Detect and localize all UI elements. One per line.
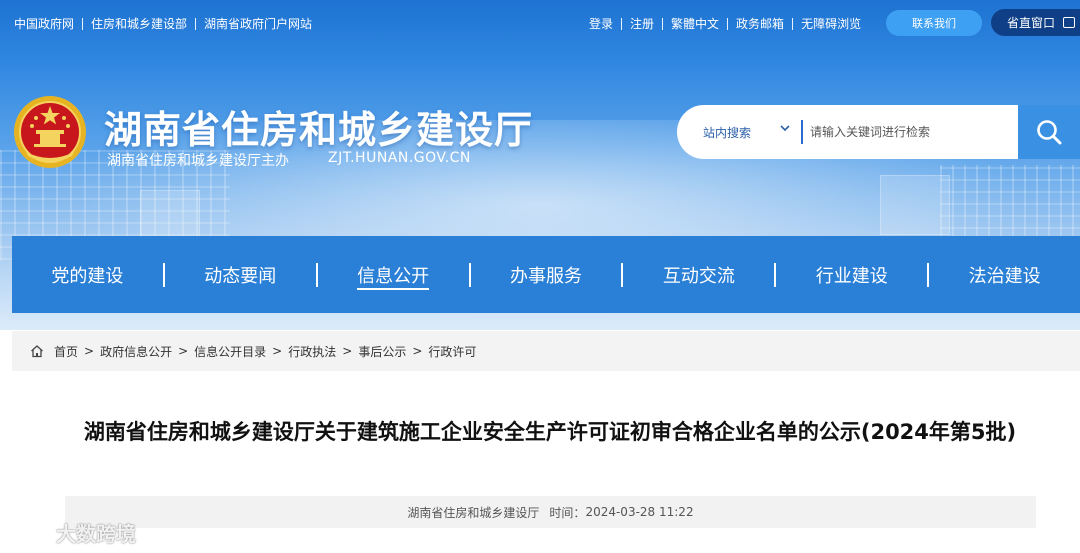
watermark-logo-icon (10, 524, 50, 542)
article-source: 湖南省住房和城乡建设厅 (407, 505, 540, 520)
nav-rule-of-law[interactable]: 法治建设 (929, 236, 1080, 313)
breadcrumb-home[interactable]: 首页 (54, 343, 78, 360)
search-input[interactable] (810, 119, 1010, 145)
top-links-right: 登录 注册 繁體中文 政务邮箱 无障碍浏览 (589, 15, 861, 32)
watermark-text: 大数跨境 (56, 522, 136, 546)
breadcrumb-permit[interactable]: 行政许可 (428, 343, 476, 360)
top-links-left: 中国政府网 住房和城乡建设部 湖南省政府门户网站 (14, 15, 312, 32)
provincial-window-button[interactable]: 省直窗口 (991, 9, 1080, 36)
breadcrumb-gov-info[interactable]: 政府信息公开 (100, 343, 172, 360)
link-hunan-portal[interactable]: 湖南省政府门户网站 (204, 15, 312, 32)
nav-party-building[interactable]: 党的建设 (12, 236, 163, 313)
provincial-window-label: 省直窗口 (1007, 16, 1056, 30)
main-nav: 党的建设 动态要闻 信息公开 办事服务 互动交流 行业建设 法治建设 (12, 236, 1080, 313)
search-icon (1037, 120, 1062, 145)
national-emblem-icon (12, 94, 88, 170)
breadcrumb-enforcement[interactable]: 行政执法 (288, 343, 336, 360)
login-link[interactable]: 登录 (589, 15, 613, 32)
home-icon[interactable] (30, 344, 44, 358)
nav-news[interactable]: 动态要闻 (165, 236, 316, 313)
search-scope-select[interactable]: 站内搜索 (703, 124, 751, 141)
nav-industry[interactable]: 行业建设 (776, 236, 927, 313)
breadcrumb: 首页 > 政府信息公开 > 信息公开目录 > 行政执法 > 事后公示 > 行政许… (12, 331, 1080, 371)
site-url: ZJT.HUNAN.GOV.CN (328, 150, 471, 166)
gov-mail-link[interactable]: 政务邮箱 (736, 15, 784, 32)
watermark: 大数跨境 (8, 518, 136, 547)
accessibility-link[interactable]: 无障碍浏览 (801, 15, 861, 32)
nav-interaction[interactable]: 互动交流 (623, 236, 774, 313)
article-time: 2024-03-28 11:22 (585, 505, 694, 519)
search-button[interactable] (1018, 105, 1080, 159)
window-icon (1063, 17, 1076, 28)
nav-services[interactable]: 办事服务 (471, 236, 622, 313)
breadcrumb-catalog[interactable]: 信息公开目录 (194, 343, 266, 360)
search-box: 站内搜索 (677, 105, 1018, 159)
link-gov-portal[interactable]: 中国政府网 (14, 15, 74, 32)
top-bar: 中国政府网 住房和城乡建设部 湖南省政府门户网站 登录 注册 繁體中文 政务邮箱… (0, 0, 1080, 44)
article-time-label: 时间： (549, 505, 586, 520)
register-link[interactable]: 注册 (630, 15, 654, 32)
chevron-down-icon[interactable] (779, 122, 791, 134)
nav-info-disclosure[interactable]: 信息公开 (318, 236, 469, 313)
article-title: 湖南省住房和城乡建设厅关于建筑施工企业安全生产许可证初审合格企业名单的公示(20… (83, 420, 1017, 444)
link-mohurd[interactable]: 住房和城乡建设部 (91, 15, 187, 32)
breadcrumb-post-notice[interactable]: 事后公示 (358, 343, 406, 360)
contact-us-button[interactable]: 联系我们 (886, 10, 982, 36)
site-title: 湖南省住房和城乡建设厅 (104, 108, 534, 152)
traditional-chinese-link[interactable]: 繁體中文 (671, 15, 719, 32)
site-subtitle: 湖南省住房和城乡建设厅主办 (107, 153, 289, 169)
article-meta: 湖南省住房和城乡建设厅 时间： 2024-03-28 11:22 (65, 496, 1036, 528)
